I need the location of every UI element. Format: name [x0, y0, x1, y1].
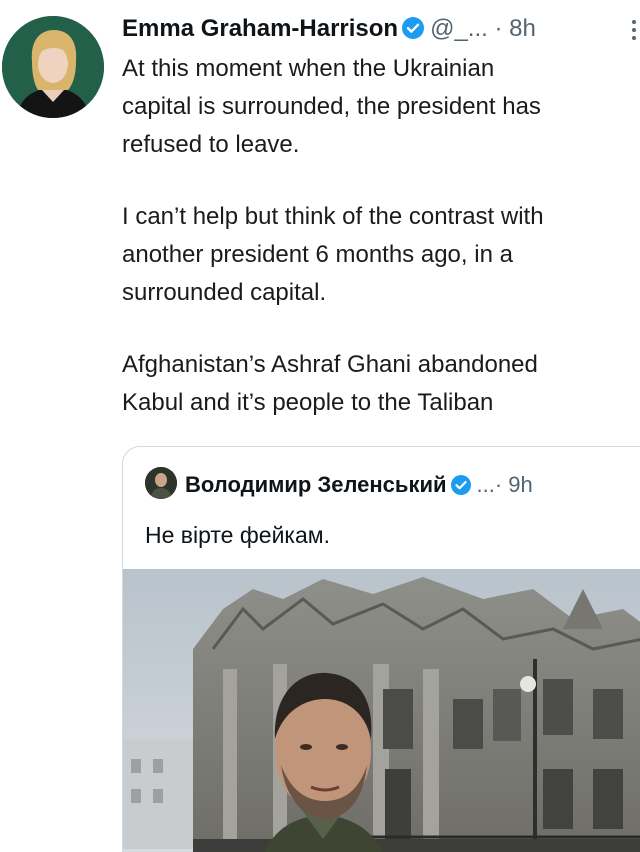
tweet-timestamp[interactable]: 8h	[509, 15, 536, 42]
tweet-text: At this moment when the Ukrainian capita…	[122, 50, 640, 456]
tweet-line: capital is surrounded, the president has	[122, 93, 541, 120]
author-avatar[interactable]	[2, 16, 104, 118]
tweet-line: surrounded capital.	[122, 279, 327, 306]
tweet-line: At this moment when the Ukrainian	[122, 55, 495, 82]
tweet-line: I can’t help but think of the contrast w…	[122, 203, 544, 230]
tweet-header: Emma Graham-Harrison @_... · 8h	[122, 12, 536, 46]
quoted-tweet-text: Не вірте фейкам.	[145, 522, 330, 548]
tweet-line: Afghanistan’s Ashraf Ghani abandoned	[122, 351, 538, 378]
quoted-tweet-video[interactable]	[123, 569, 640, 852]
tweet-paragraph: Afghanistan’s Ashraf Ghani abandoned Kab…	[122, 346, 640, 422]
quoted-author-name[interactable]: Володимир Зеленський	[185, 472, 447, 497]
quoted-author-avatar[interactable]	[145, 467, 177, 499]
tweet[interactable]: Emma Graham-Harrison @_... · 8h At this m…	[0, 0, 640, 852]
quoted-tweet-meta[interactable]: ...· 9h	[477, 472, 533, 497]
author-handle[interactable]: @_...	[430, 15, 488, 42]
verified-badge-icon	[450, 472, 471, 495]
tweet-paragraph: At this moment when the Ukrainian capita…	[122, 50, 640, 164]
meta-separator: ·	[494, 15, 503, 42]
tweet-line: another president 6 months ago, in a	[122, 241, 513, 268]
tweet-line: refused to leave.	[122, 131, 300, 158]
more-vertical-icon[interactable]	[630, 18, 638, 42]
quoted-tweet-card[interactable]: Володимир Зеленський ...· 9h Не вірте фей…	[122, 446, 640, 852]
author-name[interactable]: Emma Graham-Harrison	[122, 15, 398, 42]
tweet-paragraph: I can’t help but think of the contrast w…	[122, 198, 640, 312]
tweet-line: Kabul and it’s people to the Taliban	[122, 389, 494, 416]
verified-badge-icon	[402, 15, 425, 39]
quoted-tweet-header: Володимир Зеленський ...· 9h	[145, 467, 533, 501]
